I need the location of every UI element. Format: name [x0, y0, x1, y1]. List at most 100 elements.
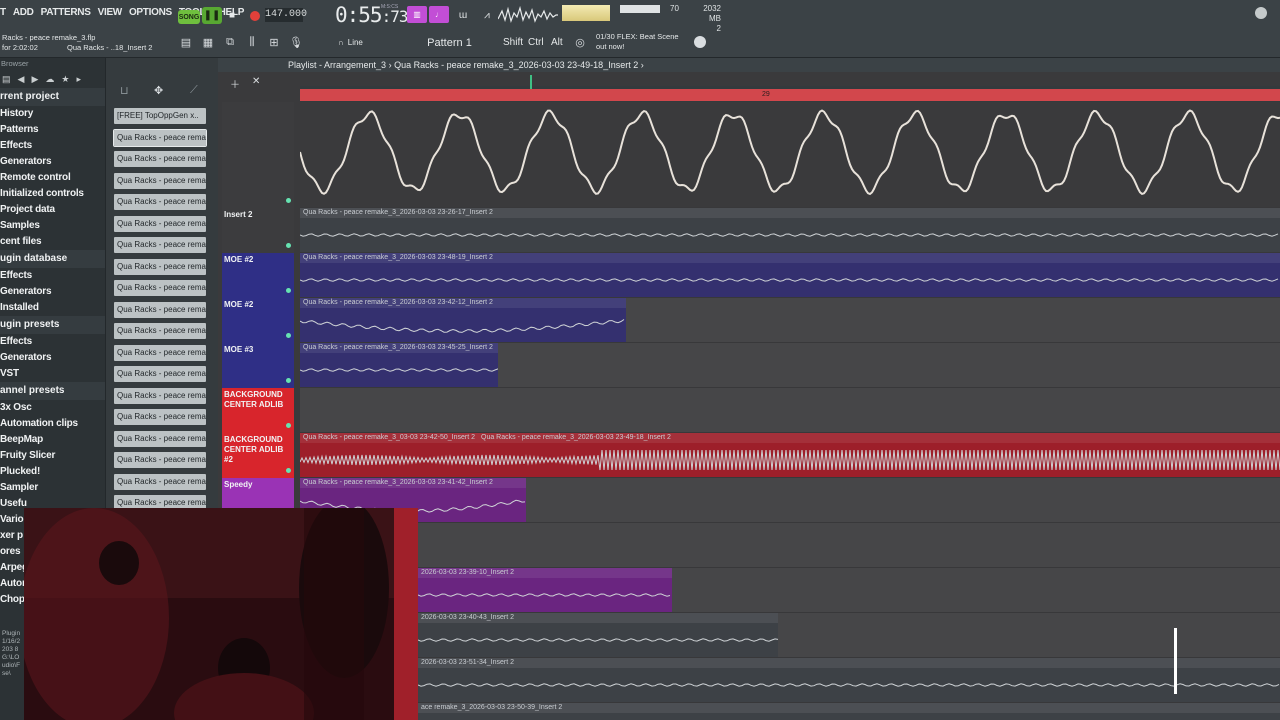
track-enable-dot[interactable] — [286, 423, 291, 428]
browser-item[interactable]: Plucked! — [0, 464, 105, 480]
browser-section[interactable]: ugin presets — [0, 316, 105, 334]
window-options-button[interactable] — [1255, 7, 1267, 19]
browser-item[interactable]: VST — [0, 366, 105, 382]
channel-button[interactable]: Qua Racks - peace remak.. — [114, 452, 206, 468]
menu-view[interactable]: VIEW — [98, 7, 123, 18]
channel-button[interactable]: Qua Racks - peace remak.. — [114, 344, 206, 361]
track-enable-dot[interactable] — [286, 288, 291, 293]
browser-item[interactable]: History — [0, 106, 105, 122]
track-header[interactable]: BACKGROUND CENTER ADLIB — [222, 388, 294, 433]
channel-button[interactable]: Qua Racks - peace remak.. — [114, 387, 206, 404]
channel-button[interactable]: Qua Racks - peace remak.. — [114, 366, 206, 382]
browser-item[interactable]: Samples — [0, 218, 105, 234]
track-header[interactable]: MOE #3 — [222, 343, 294, 388]
alt-key-button[interactable]: Alt — [551, 35, 563, 50]
menu-patterns[interactable]: PATTERNS — [41, 7, 91, 18]
menu-options[interactable]: OPTIONS — [129, 7, 172, 18]
audio-clip[interactable]: 2026-03-03 23-39-10_Insert 2 — [418, 568, 672, 612]
microphone-icon[interactable]: 🎙 — [288, 34, 304, 50]
channel-button[interactable]: [FREE] TopOppGen x.. — [114, 108, 206, 124]
song-mode-button[interactable]: SONG — [178, 10, 200, 24]
track-enable-dot[interactable] — [286, 468, 291, 473]
channel-button[interactable]: Qua Racks - peace remak.. — [114, 258, 206, 275]
channel-button[interactable]: Qua Racks - peace remak.. — [114, 409, 206, 425]
channel-button[interactable]: Qua Racks - peace remak.. — [114, 237, 206, 253]
ctrl-key-button[interactable]: Ctrl — [528, 35, 544, 50]
track-lane[interactable] — [300, 523, 1280, 568]
track-lane[interactable] — [300, 388, 1280, 433]
menu-add[interactable]: ADD — [13, 7, 34, 18]
add-track-icon[interactable]: ＋ — [230, 76, 240, 91]
browser-item[interactable]: Initialized controls — [0, 186, 105, 202]
audio-clip[interactable]: Qua Racks - peace remake_3_03-03 23-42-5… — [300, 433, 1280, 477]
wait-for-input-button[interactable]: ɯ — [453, 7, 473, 24]
browser-item[interactable]: Patterns — [0, 122, 105, 138]
track-header[interactable]: BACKGROUND CENTER ADLIB #2 — [222, 433, 294, 478]
channel-button[interactable]: Qua Racks - peace remak.. — [114, 301, 206, 318]
channel-button[interactable]: Qua Racks - peace remak.. — [114, 151, 206, 167]
browser-item[interactable]: Generators — [0, 284, 105, 300]
track-enable-dot[interactable] — [286, 333, 291, 338]
back-icon[interactable]: ◀ — [18, 74, 25, 85]
record-button[interactable] — [246, 7, 264, 24]
browser-item[interactable]: Sampler — [0, 480, 105, 496]
channel-button[interactable]: Qua Racks - peace remak.. — [114, 215, 206, 232]
track-enable-dot[interactable] — [286, 198, 291, 203]
playlist-breadcrumb[interactable]: Qua Racks - peace remake_3_2026-03-03 23… — [394, 60, 638, 70]
audio-clip[interactable] — [300, 102, 1280, 207]
audio-clip[interactable]: Qua Racks - peace remake_3_2026-03-03 23… — [300, 253, 1280, 297]
browser-section[interactable]: ugin database — [0, 250, 105, 268]
channel-button[interactable]: Qua Racks - peace remak.. — [114, 430, 206, 447]
pattern-song-toggle-button[interactable]: ▥ — [407, 6, 427, 23]
news-icon[interactable]: ◎ — [572, 34, 588, 50]
browser-item[interactable]: Installed — [0, 300, 105, 316]
shift-key-button[interactable]: Shift — [503, 35, 523, 50]
online-icon[interactable] — [694, 36, 706, 48]
mixer-icon[interactable]: ⫼ — [244, 34, 260, 50]
menu-file[interactable]: T — [0, 7, 6, 18]
snap-selector[interactable]: ∩ Line — [338, 35, 398, 50]
menu-arrow-icon[interactable]: ▸ — [76, 74, 81, 85]
cloud-icon[interactable]: ☁ — [45, 74, 54, 85]
pattern-selector[interactable]: Pattern 1 — [402, 35, 497, 50]
browser-section[interactable]: annel presets — [0, 382, 105, 400]
track-header[interactable]: Insert 2 — [222, 208, 294, 253]
track-enable-dot[interactable] — [286, 243, 291, 248]
browser-item[interactable]: cent files — [0, 234, 105, 250]
channel-button[interactable]: Qua Racks - peace remak.. — [114, 172, 206, 189]
move-icon[interactable]: ✥ — [154, 84, 163, 97]
audio-clip[interactable]: ace remake_3_2026-03-03 23-50-39_Insert … — [418, 703, 1280, 720]
browser-item[interactable]: Effects — [0, 138, 105, 154]
forward-icon[interactable]: ▶ — [31, 74, 38, 85]
news-panel[interactable]: 01/30 FLEX: Beat Scene out now! — [596, 32, 679, 52]
browser-section[interactable]: rrent project — [0, 88, 105, 106]
pencil-icon[interactable]: ⟋ — [190, 84, 198, 97]
track-header[interactable] — [222, 102, 294, 208]
channel-button[interactable]: Qua Racks - peace remak.. — [113, 128, 207, 147]
browser-item[interactable]: 3x Osc — [0, 400, 105, 416]
channel-button[interactable]: Qua Racks - peace remak.. — [114, 280, 206, 296]
audio-clip[interactable]: 2026-03-03 23-40-43_Insert 2 — [418, 613, 778, 657]
playhead-marker[interactable] — [530, 75, 532, 89]
metronome-button[interactable]: ♩ — [429, 6, 449, 23]
browser-item[interactable]: Effects — [0, 268, 105, 284]
track-enable-dot[interactable] — [286, 378, 291, 383]
tempo-display[interactable]: 147.000 — [265, 8, 307, 22]
step-edit-button[interactable]: ⩘ — [477, 7, 497, 24]
loop-region[interactable] — [300, 89, 1280, 101]
track-header[interactable]: MOE #2 — [222, 298, 294, 343]
channel-button[interactable]: Qua Racks - peace remak.. — [114, 473, 206, 490]
browser-item[interactable]: Automation clips — [0, 416, 105, 432]
collapse-icon[interactable]: ▤ — [2, 74, 11, 85]
close-icon[interactable]: ✕ — [252, 76, 260, 91]
browser-item[interactable]: Project data — [0, 202, 105, 218]
piano-roll-icon[interactable]: ▦ — [200, 34, 216, 50]
pause-button[interactable]: ❚❚ — [202, 7, 222, 24]
stop-button[interactable]: ■ — [224, 7, 240, 24]
audio-clip[interactable]: 2026-03-03 23-51-34_Insert 2 — [418, 658, 1280, 702]
browser-item[interactable]: Fruity Slicer — [0, 448, 105, 464]
audio-clip[interactable]: Qua Racks - peace remake_3_2026-03-03 23… — [300, 343, 498, 387]
channel-button[interactable]: Qua Racks - peace remak.. — [114, 194, 206, 210]
channel-button[interactable]: Qua Racks - peace remak.. — [114, 323, 206, 339]
star-icon[interactable]: ★ — [61, 74, 69, 85]
